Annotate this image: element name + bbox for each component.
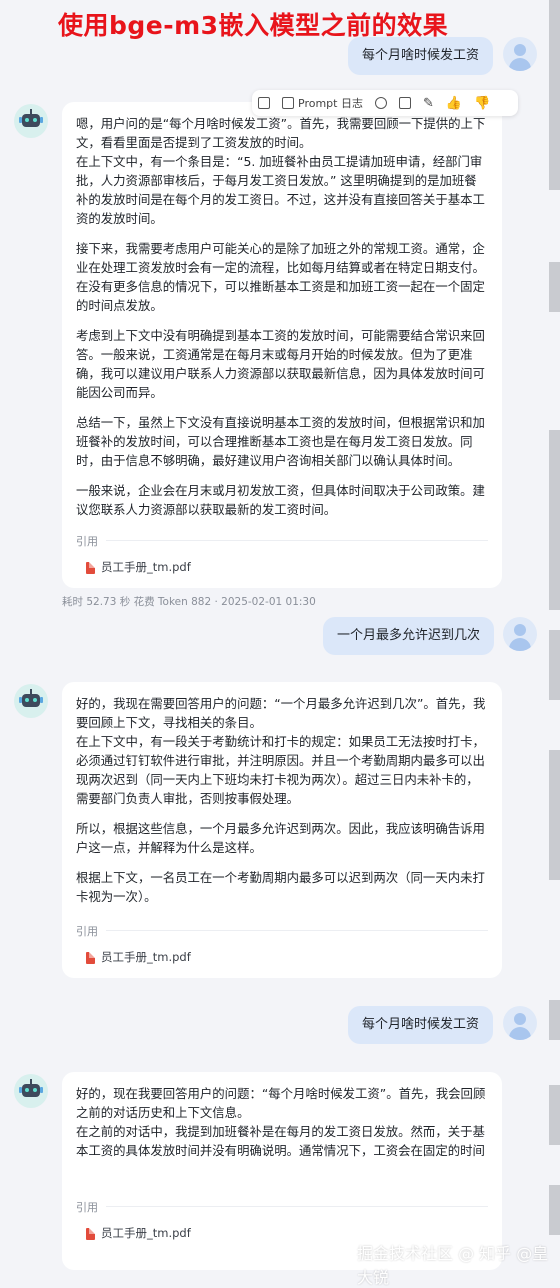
message-meta: 耗时 52.73 秒 花费 Token 882 · 2025-02-01 01:… [62, 596, 316, 608]
assistant-paragraph: 考虑到上下文中没有明确提到基本工资的发放时间，可能需要结合常识来回答。一般来说，… [76, 328, 485, 400]
scrollbar-thumb[interactable] [549, 1085, 560, 1145]
assistant-paragraph: 嗯，用户问的是“每个月啥时候发工资”。首先，我需要回顾一下提供的上下文，看看里面… [76, 116, 486, 226]
thumbs-up-button[interactable]: 👍 [440, 90, 468, 116]
assistant-message-card: 嗯，用户问的是“每个月啥时候发工资”。首先，我需要回顾一下提供的上下文，看看里面… [62, 102, 502, 588]
prompt-log-button[interactable]: Prompt 日志 [276, 90, 369, 116]
pen-icon: ✎ [422, 95, 434, 111]
scrollbar-thumb[interactable] [549, 1000, 560, 1040]
thumbs-down-icon: 👎 [474, 95, 491, 111]
scrollbar-thumb[interactable] [549, 630, 560, 700]
regenerate-button[interactable] [393, 90, 417, 116]
citation-file-name: 员工手册_tm.pdf [101, 560, 191, 574]
user-message: 一个月最多允许迟到几次 [323, 617, 495, 655]
citation-file-link[interactable]: 员工手册_tm.pdf [86, 948, 191, 967]
scrollbar-thumb[interactable] [549, 750, 560, 880]
citation-label: 引用 [76, 925, 98, 938]
divider [106, 930, 488, 931]
thumbs-down-button[interactable]: 👎 [468, 90, 496, 116]
scrollbar-thumb[interactable] [549, 430, 560, 610]
play-icon [374, 97, 387, 109]
scrollbar-thumb[interactable] [549, 1185, 560, 1235]
user-avatar [503, 617, 537, 651]
assistant-paragraph: 所以，根据这些信息，一个月最多允许迟到两次。因此，我应该明确告诉用户这一点，并解… [76, 821, 485, 855]
assistant-paragraph: 总结一下，虽然上下文没有直接说明基本工资的发放时间，但根据常识和加班餐补的发放时… [76, 415, 485, 468]
clipboard-icon [258, 97, 270, 109]
user-message: 每个月啥时候发工资 [348, 37, 494, 75]
divider [106, 1206, 488, 1207]
citation-file-link[interactable]: 员工手册_tm.pdf [86, 558, 191, 577]
citation-file-link[interactable]: 员工手册_tm.pdf [86, 1224, 191, 1243]
assistant-message-card: 好的，我现在需要回答用户的问题：“一个月最多允许迟到几次”。首先，我要回顾上下文… [62, 682, 502, 978]
scrollbar-thumb[interactable] [549, 0, 560, 190]
citation-file-name: 员工手册_tm.pdf [101, 950, 191, 964]
copy-button[interactable] [252, 90, 276, 116]
assistant-paragraph: 好的，现在我要回答用户的问题：“每个月啥时候发工资”。首先，我会回顾之前的对话历… [76, 1086, 486, 1158]
bot-avatar [14, 684, 48, 718]
assistant-paragraph: 好的，我现在需要回答用户的问题：“一个月最多允许迟到几次”。首先，我要回顾上下文… [76, 696, 486, 806]
document-icon [282, 97, 294, 109]
pdf-file-icon [86, 951, 95, 964]
pdf-file-icon [86, 561, 95, 574]
bot-avatar [14, 104, 48, 138]
thumbs-up-icon: 👍 [445, 95, 463, 111]
pdf-file-icon [86, 1227, 95, 1240]
message-toolbar: Prompt 日志 ✎ 👍 👎 [252, 90, 518, 116]
citation-file-name: 员工手册_tm.pdf [101, 1226, 191, 1240]
bot-avatar [14, 1074, 48, 1108]
user-avatar [503, 37, 537, 71]
assistant-paragraph: 接下来，我需要考虑用户可能关心的是除了加班之外的常规工资。通常，企业在处理工资发… [76, 241, 485, 313]
assistant-paragraph: 一般来说，企业会在月末或月初发放工资，但具体时间取决于公司政策。建议您联系人力资… [76, 483, 485, 517]
user-message: 每个月啥时候发工资 [348, 1006, 494, 1044]
edit-button[interactable]: ✎ [417, 90, 440, 116]
watermark: 掘金技术社区 @ 知乎 @皇大锐 [357, 1244, 549, 1287]
citation-label: 引用 [76, 535, 98, 548]
scrollbar-thumb[interactable] [549, 262, 560, 312]
refresh-icon [398, 97, 411, 109]
play-button[interactable] [369, 90, 393, 116]
citation-label: 引用 [76, 1201, 98, 1214]
divider [106, 540, 488, 541]
prompt-log-label: Prompt 日志 [298, 97, 363, 110]
user-avatar [503, 1006, 537, 1040]
assistant-paragraph: 根据上下文，一名员工在一个考勤周期内最多可以迟到两次（同一天内未打卡视为一次）。 [76, 870, 485, 904]
